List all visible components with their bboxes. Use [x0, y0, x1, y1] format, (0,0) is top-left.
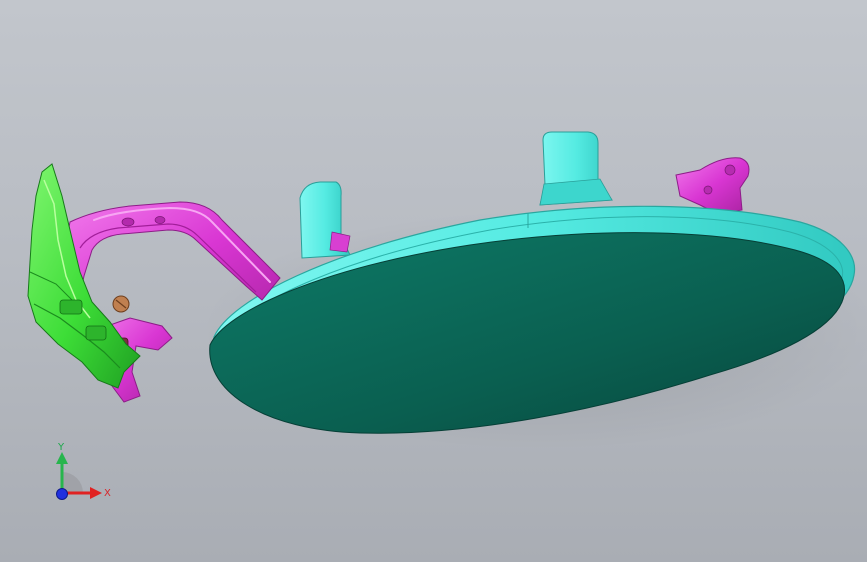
- cad-model-view[interactable]: [0, 0, 867, 562]
- triad-z-axis: [56, 488, 68, 500]
- coordinate-triad: Y X: [56, 442, 111, 500]
- triad-y-label: Y: [57, 442, 65, 453]
- rear-tab-left[interactable]: [299, 181, 351, 259]
- hinge-pin[interactable]: [112, 295, 130, 313]
- triad-x-label: X: [104, 488, 111, 499]
- graphics-viewport[interactable]: Y X: [0, 0, 867, 562]
- rear-tab-right-hinge[interactable]: [675, 157, 750, 215]
- rear-tab-center[interactable]: [539, 131, 613, 206]
